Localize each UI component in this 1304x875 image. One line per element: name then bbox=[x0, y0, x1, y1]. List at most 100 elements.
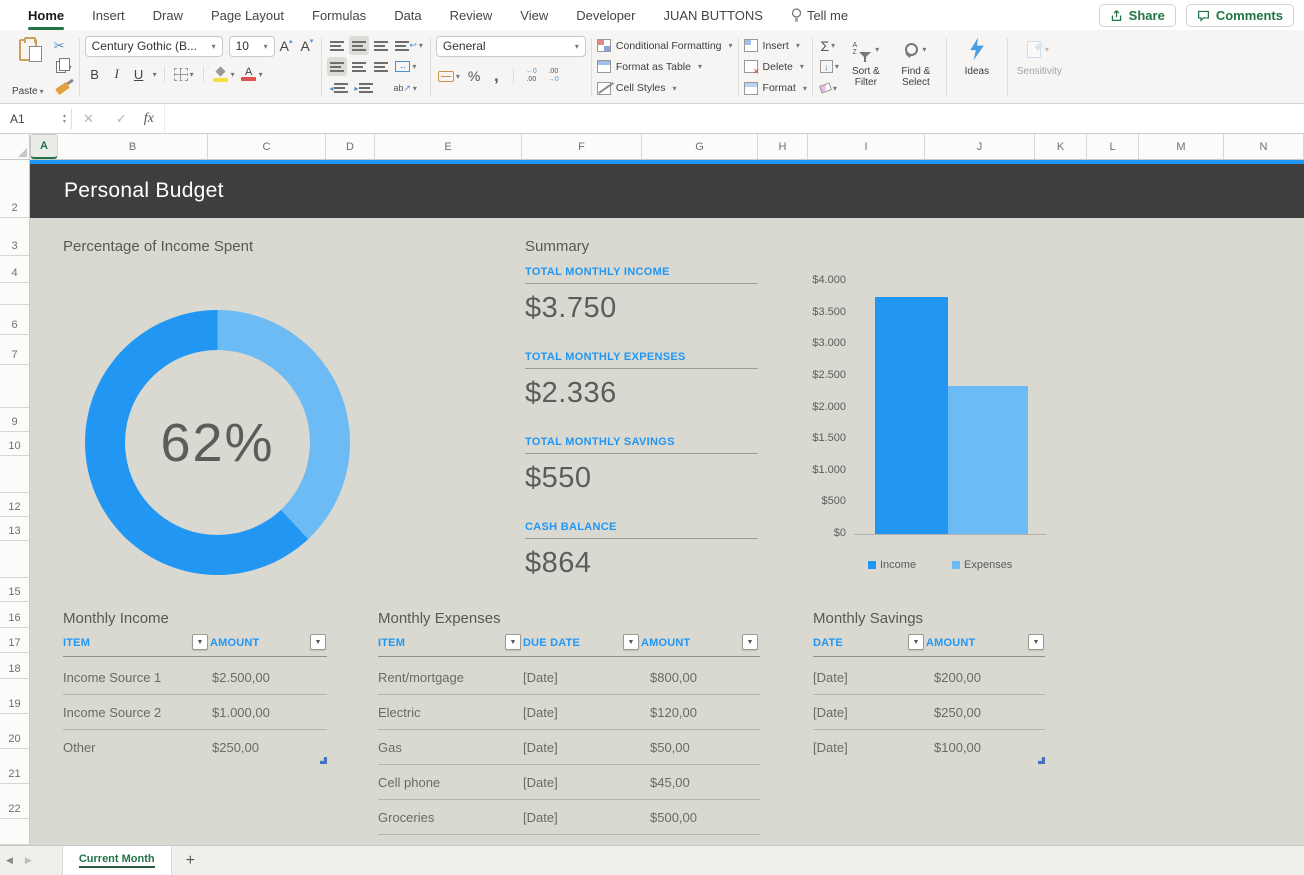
underline-button[interactable]: U bbox=[129, 65, 149, 84]
increase-decimal-button[interactable]: ←0.00 bbox=[521, 67, 541, 86]
table-cell-amount[interactable]: $100,00 bbox=[934, 730, 981, 765]
name-box[interactable]: A1 bbox=[0, 104, 58, 133]
menu-item-formulas[interactable]: Formulas bbox=[312, 8, 366, 23]
filter-button-amount[interactable]: ▼ bbox=[742, 634, 758, 650]
font-name-select[interactable]: Century Gothic (B...▾ bbox=[85, 36, 223, 57]
bar-expenses[interactable] bbox=[948, 386, 1028, 534]
table-column-header-amount[interactable]: AMOUNT bbox=[210, 637, 259, 649]
filter-button-due-date[interactable]: ▼ bbox=[623, 634, 639, 650]
table-cell-date[interactable]: [Date] bbox=[813, 660, 848, 695]
next-sheet-arrow[interactable]: ▶ bbox=[19, 855, 38, 866]
table-cell-due-date[interactable]: [Date] bbox=[523, 695, 558, 730]
menu-item-tell-me[interactable]: Tell me bbox=[791, 8, 848, 23]
find-select-button[interactable]: ▾ Find & Select bbox=[895, 35, 937, 99]
table-cell-due-date[interactable]: [Date] bbox=[523, 765, 558, 800]
menu-item-draw[interactable]: Draw bbox=[153, 8, 183, 23]
format-as-table-button[interactable]: Format as Table▾ bbox=[597, 56, 733, 77]
table-cell-item[interactable]: Gas bbox=[378, 730, 402, 765]
column-header-n[interactable]: N bbox=[1224, 134, 1304, 159]
decrease-decimal-button[interactable]: .00→0 bbox=[543, 67, 563, 86]
table-column-header-amount[interactable]: AMOUNT bbox=[926, 637, 975, 649]
row-header-20[interactable]: 20 bbox=[0, 714, 29, 749]
row-header-4[interactable]: 4 bbox=[0, 256, 29, 283]
table-cell-item[interactable]: Groceries bbox=[378, 800, 434, 835]
menu-item-review[interactable]: Review bbox=[450, 8, 493, 23]
previous-sheet-arrow[interactable]: ◀ bbox=[0, 855, 19, 866]
comma-style-button[interactable]: , bbox=[486, 67, 506, 86]
column-header-d[interactable]: D bbox=[326, 134, 375, 159]
table-cell-item[interactable]: Car payment bbox=[378, 835, 452, 845]
align-bottom-button[interactable] bbox=[371, 36, 391, 55]
increase-font-size-button[interactable]: A▴ bbox=[277, 38, 296, 54]
align-center-button[interactable] bbox=[349, 57, 369, 76]
column-header-g[interactable]: G bbox=[642, 134, 758, 159]
table-cell-amount[interactable]: $50,00 bbox=[650, 730, 690, 765]
table-cell-item[interactable]: Other bbox=[63, 730, 96, 765]
row-header[interactable] bbox=[0, 456, 29, 493]
filter-button-item[interactable]: ▼ bbox=[192, 634, 208, 650]
cut-button[interactable]: ✂ bbox=[54, 37, 72, 55]
cell-styles-button[interactable]: Cell Styles▾ bbox=[597, 78, 733, 99]
table-cell-amount[interactable]: $273,00 bbox=[650, 835, 697, 845]
row-header[interactable] bbox=[0, 365, 29, 408]
column-header-b[interactable]: B bbox=[58, 134, 208, 159]
table-cell-due-date[interactable]: [Date] bbox=[523, 835, 558, 845]
table-cell-amount[interactable]: $120,00 bbox=[650, 695, 697, 730]
row-header-13[interactable]: 13 bbox=[0, 517, 29, 541]
formula-input[interactable] bbox=[164, 104, 1304, 133]
autosum-button[interactable]: Σ▾ bbox=[818, 36, 838, 55]
table-column-header-due-date[interactable]: DUE DATE bbox=[523, 637, 580, 649]
row-header-6[interactable]: 6 bbox=[0, 305, 29, 335]
accounting-format-button[interactable]: ▾ bbox=[436, 67, 462, 86]
row-header-2[interactable]: 2 bbox=[0, 160, 29, 218]
column-header-f[interactable]: F bbox=[522, 134, 642, 159]
table-cell-due-date[interactable]: [Date] bbox=[523, 730, 558, 765]
font-size-select[interactable]: 10▾ bbox=[229, 36, 275, 57]
column-header-k[interactable]: K bbox=[1035, 134, 1087, 159]
increase-indent-button[interactable]: ▸ bbox=[352, 79, 375, 98]
align-top-button[interactable] bbox=[327, 36, 347, 55]
table-cell-item[interactable]: Income Source 1 bbox=[63, 660, 161, 695]
row-header-3[interactable]: 3 bbox=[0, 218, 29, 256]
menu-item-insert[interactable]: Insert bbox=[92, 8, 125, 23]
add-sheet-button[interactable]: + bbox=[186, 852, 195, 870]
wrap-text-button[interactable]: ↩▾ bbox=[393, 36, 425, 55]
italic-button[interactable]: I bbox=[107, 65, 127, 84]
table-cell-date[interactable]: [Date] bbox=[813, 695, 848, 730]
confirm-entry-button[interactable]: ✓ bbox=[105, 111, 138, 127]
table-column-header-item[interactable]: ITEM bbox=[63, 637, 90, 649]
column-header-e[interactable]: E bbox=[375, 134, 522, 159]
orientation-button[interactable]: ab↗▾ bbox=[391, 79, 419, 98]
share-button[interactable]: Share bbox=[1099, 4, 1176, 27]
format-painter-button[interactable] bbox=[54, 79, 72, 97]
table-cell-amount[interactable]: $800,00 bbox=[650, 660, 697, 695]
fill-color-button[interactable]: ▾ bbox=[211, 65, 237, 84]
merge-center-button[interactable]: ↔▾ bbox=[393, 57, 418, 76]
table-cell-due-date[interactable]: [Date] bbox=[523, 660, 558, 695]
row-header-9[interactable]: 9 bbox=[0, 408, 29, 432]
column-header-m[interactable]: M bbox=[1139, 134, 1224, 159]
percent-style-button[interactable]: % bbox=[464, 67, 484, 86]
filter-button-date[interactable]: ▼ bbox=[908, 634, 924, 650]
column-header-l[interactable]: L bbox=[1087, 134, 1139, 159]
row-header[interactable] bbox=[0, 819, 29, 845]
table-cell-item[interactable]: Electric bbox=[378, 695, 421, 730]
table-cell-amount[interactable]: $200,00 bbox=[934, 660, 981, 695]
paste-button[interactable]: Paste▾ bbox=[8, 35, 48, 99]
sensitivity-button[interactable]: ▾ Sensitivity bbox=[1017, 35, 1059, 99]
align-right-button[interactable] bbox=[371, 57, 391, 76]
table-cell-item[interactable]: Rent/mortgage bbox=[378, 660, 464, 695]
clear-button[interactable]: ▾ bbox=[818, 79, 839, 98]
row-header-12[interactable]: 12 bbox=[0, 493, 29, 517]
menu-item-home[interactable]: Home bbox=[28, 8, 64, 23]
sheet-tab-current-month[interactable]: Current Month bbox=[62, 846, 172, 875]
menu-item-view[interactable]: View bbox=[520, 8, 548, 23]
filter-button-amount[interactable]: ▼ bbox=[310, 634, 326, 650]
borders-button[interactable]: ▾ bbox=[172, 65, 196, 84]
row-header-21[interactable]: 21 bbox=[0, 749, 29, 784]
table-cell-amount[interactable]: $250,00 bbox=[934, 695, 981, 730]
copy-button[interactable]: ▾ bbox=[54, 58, 72, 76]
column-header-a[interactable]: A bbox=[30, 134, 58, 159]
conditional-formatting-button[interactable]: Conditional Formatting▾ bbox=[597, 35, 733, 56]
table-column-header-amount[interactable]: AMOUNT bbox=[641, 637, 690, 649]
